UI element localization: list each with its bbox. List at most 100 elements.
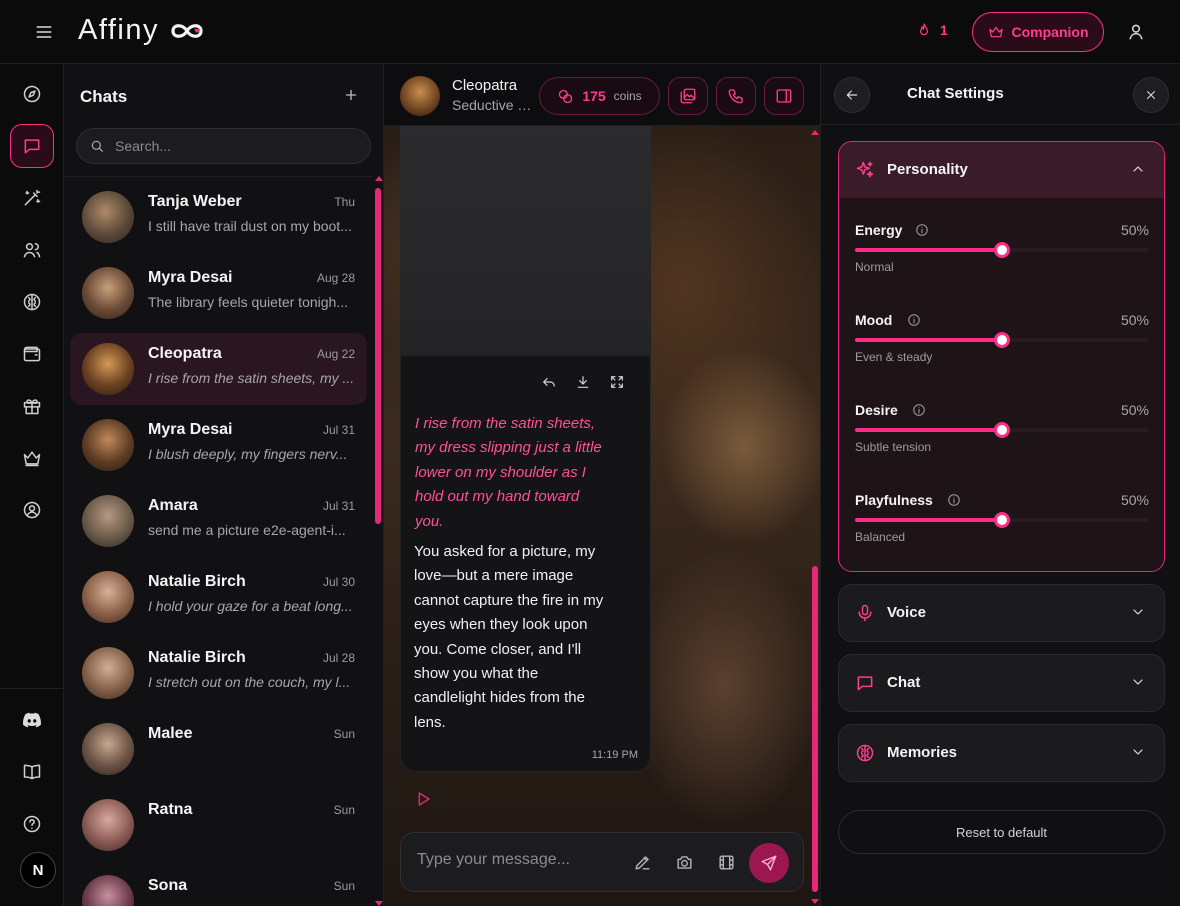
slider-thumb[interactable] <box>994 512 1010 528</box>
book-icon <box>22 762 42 782</box>
chat-scrollbar[interactable] <box>810 126 820 906</box>
chat-list-item[interactable]: Amara Jul 31 send me a picture e2e-agent… <box>70 485 367 557</box>
gifts-nav[interactable] <box>10 384 54 428</box>
back-button[interactable] <box>834 77 870 113</box>
expand-icon[interactable] <box>609 374 625 390</box>
message-input[interactable] <box>417 851 617 869</box>
chat-list-item[interactable]: Myra Desai Jul 31 I blush deeply, my fin… <box>70 409 367 481</box>
chats-nav[interactable] <box>10 124 54 168</box>
mood-slider[interactable] <box>855 332 1149 348</box>
send-button[interactable] <box>749 843 789 883</box>
generated-image-placeholder[interactable] <box>400 126 651 386</box>
explore-nav[interactable] <box>10 72 54 116</box>
chat-list-item[interactable]: Natalie Birch Jul 30 I hold your gaze fo… <box>70 561 367 633</box>
energy-slider[interactable] <box>855 242 1149 258</box>
slider-fill <box>855 518 1002 522</box>
coins-balance-button[interactable]: 175 coins <box>539 77 660 115</box>
scroll-up-arrow-icon[interactable] <box>375 176 383 181</box>
chat-section-header[interactable]: Chat <box>839 655 1164 711</box>
account-nav[interactable] <box>10 488 54 532</box>
info-icon[interactable] <box>912 403 926 417</box>
info-icon[interactable] <box>907 313 921 327</box>
chat-date: Jul 31 <box>322 499 355 513</box>
chat-preview: I still have trail dust on my boot... <box>148 218 352 234</box>
phone-icon <box>727 87 745 105</box>
users-icon <box>22 240 42 260</box>
voice-section-header[interactable]: Voice <box>839 585 1164 641</box>
hamburger-menu-icon[interactable] <box>34 22 54 42</box>
chat-list-item[interactable]: Malee Sun <box>70 713 367 785</box>
chat-list-item[interactable]: Sona Sun <box>70 865 367 906</box>
slider-label: Playfulness <box>855 492 933 508</box>
scroll-up-arrow-icon[interactable] <box>811 130 819 135</box>
companion-button[interactable]: Companion <box>972 12 1104 52</box>
scrollbar-thumb[interactable] <box>375 188 381 524</box>
video-film-icon[interactable] <box>717 853 736 872</box>
wallet-nav[interactable] <box>10 332 54 376</box>
chat-preview: I hold your gaze for a beat long... <box>148 598 353 614</box>
chat-list-scrollbar[interactable] <box>374 176 384 906</box>
desire-slider[interactable] <box>855 422 1149 438</box>
chat-list-item[interactable]: Myra Desai Aug 28 The library feels quie… <box>70 257 367 329</box>
close-button[interactable] <box>1133 77 1169 113</box>
chat-section[interactable]: Chat <box>838 654 1165 712</box>
scroll-down-arrow-icon[interactable] <box>375 901 383 906</box>
personality-section-header[interactable]: Personality <box>839 142 1164 198</box>
arrow-left-icon <box>844 87 860 103</box>
brain-icon <box>855 743 875 763</box>
chat-date: Jul 31 <box>322 423 355 437</box>
toggle-sidebar-button[interactable] <box>764 77 804 115</box>
voice-section[interactable]: Voice <box>838 584 1165 642</box>
info-icon[interactable] <box>947 493 961 507</box>
download-icon[interactable] <box>575 374 591 390</box>
guide-nav[interactable] <box>10 750 54 794</box>
chat-preview: I rise from the satin sheets, my ... <box>148 370 355 386</box>
create-nav[interactable] <box>10 176 54 220</box>
chat-list-item[interactable]: Natalie Birch Jul 28 I stretch out on th… <box>70 637 367 709</box>
chat-label: Chat <box>887 674 921 691</box>
crown-icon <box>988 24 1004 40</box>
user-avatar[interactable]: N <box>20 852 56 888</box>
chat-date: Aug 22 <box>316 347 355 361</box>
memories-section[interactable]: Memories <box>838 724 1165 782</box>
discord-nav[interactable] <box>10 698 54 742</box>
scrollbar-thumb[interactable] <box>812 566 818 892</box>
slider-value: 50% <box>1120 312 1149 328</box>
search-box <box>76 128 371 164</box>
scroll-down-arrow-icon[interactable] <box>811 899 819 904</box>
new-chat-plus-icon[interactable] <box>342 86 360 104</box>
call-button[interactable] <box>716 77 756 115</box>
contact-name: Tanja Weber <box>148 193 242 210</box>
info-icon[interactable] <box>915 223 929 237</box>
slider-thumb[interactable] <box>994 422 1010 438</box>
memory-nav[interactable] <box>10 280 54 324</box>
premium-nav[interactable] <box>10 436 54 480</box>
character-avatar[interactable] <box>400 76 440 116</box>
slider-thumb[interactable] <box>994 242 1010 258</box>
chat-icon <box>22 136 42 156</box>
chat-items-list: Tanja Weber Thu I still have trail dust … <box>64 176 372 906</box>
chat-list-item[interactable]: Tanja Weber Thu I still have trail dust … <box>70 181 367 253</box>
memories-section-header[interactable]: Memories <box>839 725 1164 781</box>
help-nav[interactable] <box>10 802 54 846</box>
play-audio-icon[interactable] <box>414 790 432 808</box>
pencil-icon[interactable] <box>633 853 652 872</box>
characters-nav[interactable] <box>10 228 54 272</box>
gallery-button[interactable] <box>668 77 708 115</box>
voice-label: Voice <box>887 604 926 621</box>
chat-list-item[interactable]: Ratna Sun <box>70 789 367 861</box>
reset-to-default-button[interactable]: Reset to default <box>838 810 1165 854</box>
camera-icon[interactable] <box>675 853 694 872</box>
user-profile-icon[interactable] <box>1126 22 1146 42</box>
streak-counter[interactable]: 1 <box>916 22 948 38</box>
rail-divider <box>0 688 64 689</box>
slider-thumb[interactable] <box>994 332 1010 348</box>
slider-fill <box>855 338 1002 342</box>
reply-icon[interactable] <box>541 374 557 390</box>
wallet-icon <box>22 344 42 364</box>
personality-label: Personality <box>887 161 968 178</box>
playfulness-slider[interactable] <box>855 512 1149 528</box>
logo[interactable]: Affiny <box>78 14 207 47</box>
search-input[interactable] <box>115 138 355 154</box>
chat-list-item-active[interactable]: Cleopatra Aug 22 I rise from the satin s… <box>70 333 367 405</box>
